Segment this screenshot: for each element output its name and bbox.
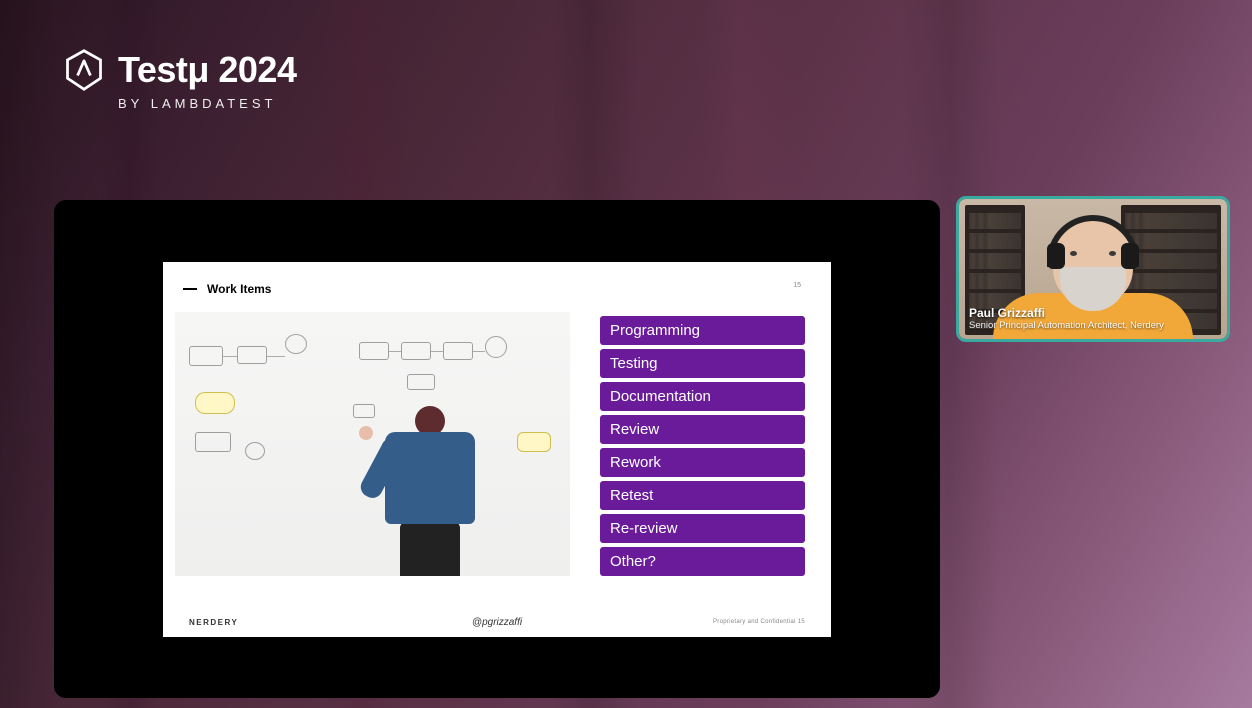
slide-title-dash — [183, 288, 197, 290]
slide-footer-handle: @pgrizzaffi — [472, 617, 522, 628]
work-item: Documentation — [600, 382, 805, 411]
work-item: Programming — [600, 316, 805, 345]
slide-footer-brand: NERDERY — [189, 618, 238, 627]
slide-page-number-top: 15 — [793, 282, 801, 289]
speaker-name: Paul Grizzaffi — [969, 306, 1217, 320]
lambdatest-logo-icon — [62, 48, 106, 92]
event-byline: BY LAMBDATEST — [118, 96, 296, 111]
slide-image-whiteboard — [175, 312, 570, 576]
speaker-camera-window: Paul Grizzaffi Senior Principal Automati… — [956, 196, 1230, 342]
slide: Work Items 15 — [163, 262, 831, 637]
slide-footer-confidential: Proprietary and Confidential 15 — [713, 619, 805, 625]
work-item: Review — [600, 415, 805, 444]
work-item: Rework — [600, 448, 805, 477]
work-item: Retest — [600, 481, 805, 510]
event-name: Testμ 2024 — [118, 49, 296, 91]
work-items-list: Programming Testing Documentation Review… — [600, 312, 805, 607]
slide-title: Work Items — [207, 282, 271, 296]
event-branding: Testμ 2024 BY LAMBDATEST — [62, 48, 296, 111]
speaker-role: Senior Principal Automation Architect, N… — [969, 320, 1217, 331]
work-item: Other? — [600, 547, 805, 576]
work-item: Re-review — [600, 514, 805, 543]
presentation-window: Work Items 15 — [54, 200, 940, 698]
work-item: Testing — [600, 349, 805, 378]
